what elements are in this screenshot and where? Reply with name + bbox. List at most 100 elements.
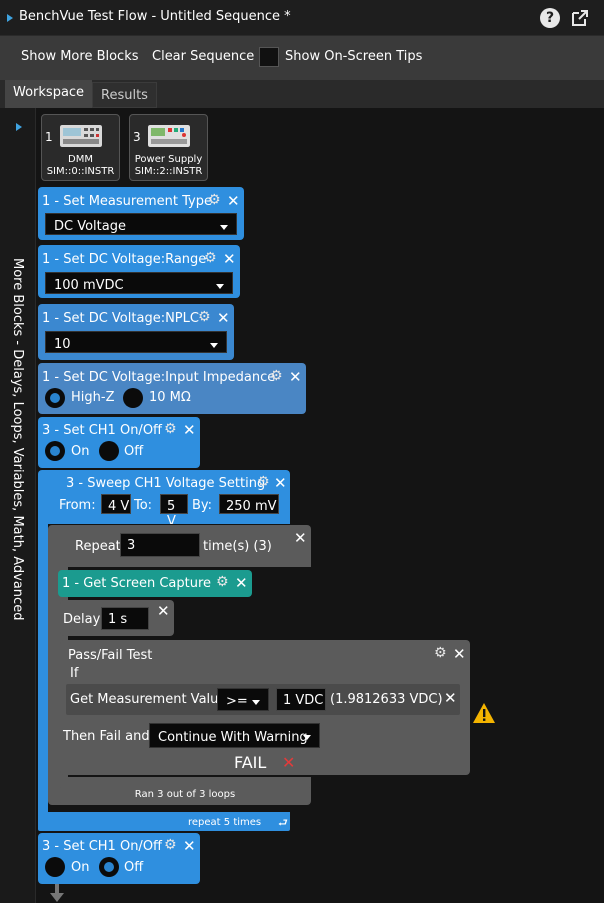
if-label: If	[70, 666, 79, 681]
close-icon[interactable]: ✕	[227, 194, 240, 209]
instrument-name: Power Supply	[134, 154, 203, 165]
block-title: 1 - Set DC Voltage:NPLC	[42, 311, 199, 326]
power-supply-icon	[148, 125, 190, 147]
repeat-status: repeat 5 times	[188, 817, 262, 828]
close-icon[interactable]: ✕	[274, 476, 287, 491]
set-ch1-on-off-block-2[interactable]: 3 - Set CH1 On/Off ⚙ ✕ On Off	[38, 833, 200, 884]
get-screen-capture-block[interactable]: 1 - Get Screen Capture ⚙ ✕	[58, 570, 252, 597]
tab-workspace[interactable]: Workspace	[5, 80, 93, 108]
gear-icon[interactable]: ⚙	[257, 475, 270, 489]
measurement-type-select[interactable]: DC Voltage	[45, 213, 237, 235]
operator-select[interactable]: >=	[217, 688, 269, 711]
show-tips-checkbox[interactable]	[259, 47, 279, 67]
clear-sequence-button[interactable]: Clear Sequence	[152, 49, 254, 64]
instrument-dmm[interactable]: 1 DMM SIM::0::INSTR	[41, 114, 120, 181]
measured-value: (1.9812633 VDC)	[330, 692, 443, 707]
block-title: 3 - Sweep CH1 Voltage Setting	[66, 476, 266, 491]
close-icon[interactable]: ✕	[453, 647, 466, 662]
close-icon[interactable]: ✕	[289, 370, 302, 385]
dmm-icon	[60, 125, 102, 147]
chevron-down-icon	[210, 343, 218, 348]
block-title: 1 - Set Measurement Type	[42, 194, 212, 209]
delay-block[interactable]: Delay 1 s ✕	[60, 600, 174, 636]
sweep-from-value: 4 V	[108, 499, 130, 514]
tab-results[interactable]: Results	[92, 82, 157, 108]
gear-icon[interactable]: ⚙	[164, 838, 177, 852]
delay-label: Delay	[63, 612, 101, 627]
close-icon[interactable]: ✕	[183, 423, 196, 438]
repeat-status-bar: repeat 5 times ⮐	[38, 814, 290, 831]
chevron-down-icon	[252, 700, 260, 705]
gear-icon[interactable]: ⚙	[434, 646, 447, 660]
off-radio[interactable]	[99, 441, 119, 461]
gear-icon[interactable]: ⚙	[208, 193, 221, 207]
range-select[interactable]: 100 mVDC	[45, 272, 233, 294]
block-title: 1 - Get Screen Capture	[62, 576, 212, 591]
off-label: Off	[124, 444, 144, 459]
then-label: Then Fail and	[63, 729, 150, 744]
on-radio[interactable]	[45, 857, 65, 877]
instrument-address: SIM::0::INSTR	[46, 166, 115, 177]
set-ch1-on-off-block[interactable]: 3 - Set CH1 On/Off ⚙ ✕ On Off	[38, 417, 200, 468]
limit-value: 1 VDC	[283, 693, 324, 708]
block-title: 3 - Set CH1 On/Off	[42, 423, 163, 438]
on-radio[interactable]	[45, 441, 65, 461]
block-title: 1 - Set DC Voltage:Range	[42, 252, 207, 267]
off-radio[interactable]	[99, 857, 119, 877]
show-tips-label: Show On-Screen Tips	[285, 49, 423, 64]
instrument-number: 1	[45, 130, 53, 144]
close-icon[interactable]: ✕	[223, 252, 236, 267]
expand-triangle-icon[interactable]	[16, 123, 22, 131]
close-icon[interactable]: ✕	[235, 576, 248, 591]
set-input-impedance-block[interactable]: 1 - Set DC Voltage:Input Impedance ⚙ ✕ H…	[38, 363, 306, 414]
fail-action-value: Continue With Warning	[158, 730, 308, 745]
instrument-name: DMM	[68, 154, 93, 165]
high-z-label: High-Z	[71, 390, 115, 405]
block-title: 3 - Set CH1 On/Off	[42, 839, 163, 854]
repeat-suffix: time(s) (3)	[203, 539, 272, 554]
chevron-down-icon	[216, 284, 224, 289]
gear-icon[interactable]: ⚙	[198, 310, 211, 324]
delay-value: 1 s	[108, 612, 128, 627]
title-bar: BenchVue Test Flow - Untitled Sequence *…	[0, 0, 604, 36]
set-dc-voltage-range-block[interactable]: 1 - Set DC Voltage:Range ⚙ ✕ 100 mVDC	[38, 245, 240, 298]
show-more-blocks-button[interactable]: Show More Blocks	[21, 49, 139, 64]
close-icon[interactable]: ✕	[217, 311, 230, 326]
gear-icon[interactable]: ⚙	[216, 575, 229, 589]
limit-field[interactable]: 1 VDC	[276, 688, 326, 711]
instrument-power-supply[interactable]: 3 Power Supply SIM::2::INSTR	[129, 114, 208, 181]
delay-field[interactable]: 1 s	[101, 607, 149, 630]
repeat-count-field[interactable]: 3	[120, 533, 200, 557]
more-blocks-label: More Blocks - Delays, Loops, Variables, …	[10, 258, 25, 621]
10-mohm-radio[interactable]	[123, 388, 143, 408]
sweep-by-field[interactable]: 250 mV	[219, 494, 279, 514]
repeat-label: Repeat	[75, 539, 121, 554]
close-icon[interactable]: ✕	[294, 531, 307, 546]
more-blocks-label-wrap: More Blocks - Delays, Loops, Variables, …	[7, 258, 29, 621]
toolbar: Show More Blocks Clear Sequence Show On-…	[0, 36, 604, 80]
block-title: Pass/Fail Test	[68, 648, 153, 663]
set-dc-voltage-nplc-block[interactable]: 1 - Set DC Voltage:NPLC ⚙ ✕ 10	[38, 304, 234, 360]
sweep-to-field[interactable]: 5 V	[160, 494, 188, 529]
collapse-triangle-icon[interactable]	[7, 14, 13, 22]
loop-status: Ran 3 out of 3 loops	[60, 787, 310, 803]
gear-icon[interactable]: ⚙	[204, 251, 217, 265]
nplc-select[interactable]: 10	[45, 331, 227, 353]
measurement-condition: Get Measurement Value >= 1 VDC (1.981263…	[66, 684, 460, 715]
instrument-number: 3	[133, 130, 141, 144]
help-icon[interactable]: ?	[540, 8, 560, 28]
flow-down-arrow-icon	[50, 884, 64, 902]
from-label: From:	[59, 498, 96, 513]
gear-icon[interactable]: ⚙	[164, 422, 177, 436]
sweep-from-field[interactable]: 4 V	[101, 494, 131, 514]
set-measurement-type-block[interactable]: 1 - Set Measurement Type ⚙ ✕ DC Voltage	[38, 187, 244, 240]
close-icon[interactable]: ✕	[157, 604, 170, 619]
on-label: On	[71, 444, 90, 459]
popout-icon[interactable]	[570, 8, 590, 28]
gear-icon[interactable]: ⚙	[270, 369, 283, 383]
fail-action-select[interactable]: Continue With Warning	[149, 723, 320, 748]
high-z-radio[interactable]	[45, 388, 65, 408]
close-icon[interactable]: ✕	[444, 691, 457, 706]
close-icon[interactable]: ✕	[183, 839, 196, 854]
more-blocks-panel[interactable]: More Blocks - Delays, Loops, Variables, …	[0, 108, 36, 903]
